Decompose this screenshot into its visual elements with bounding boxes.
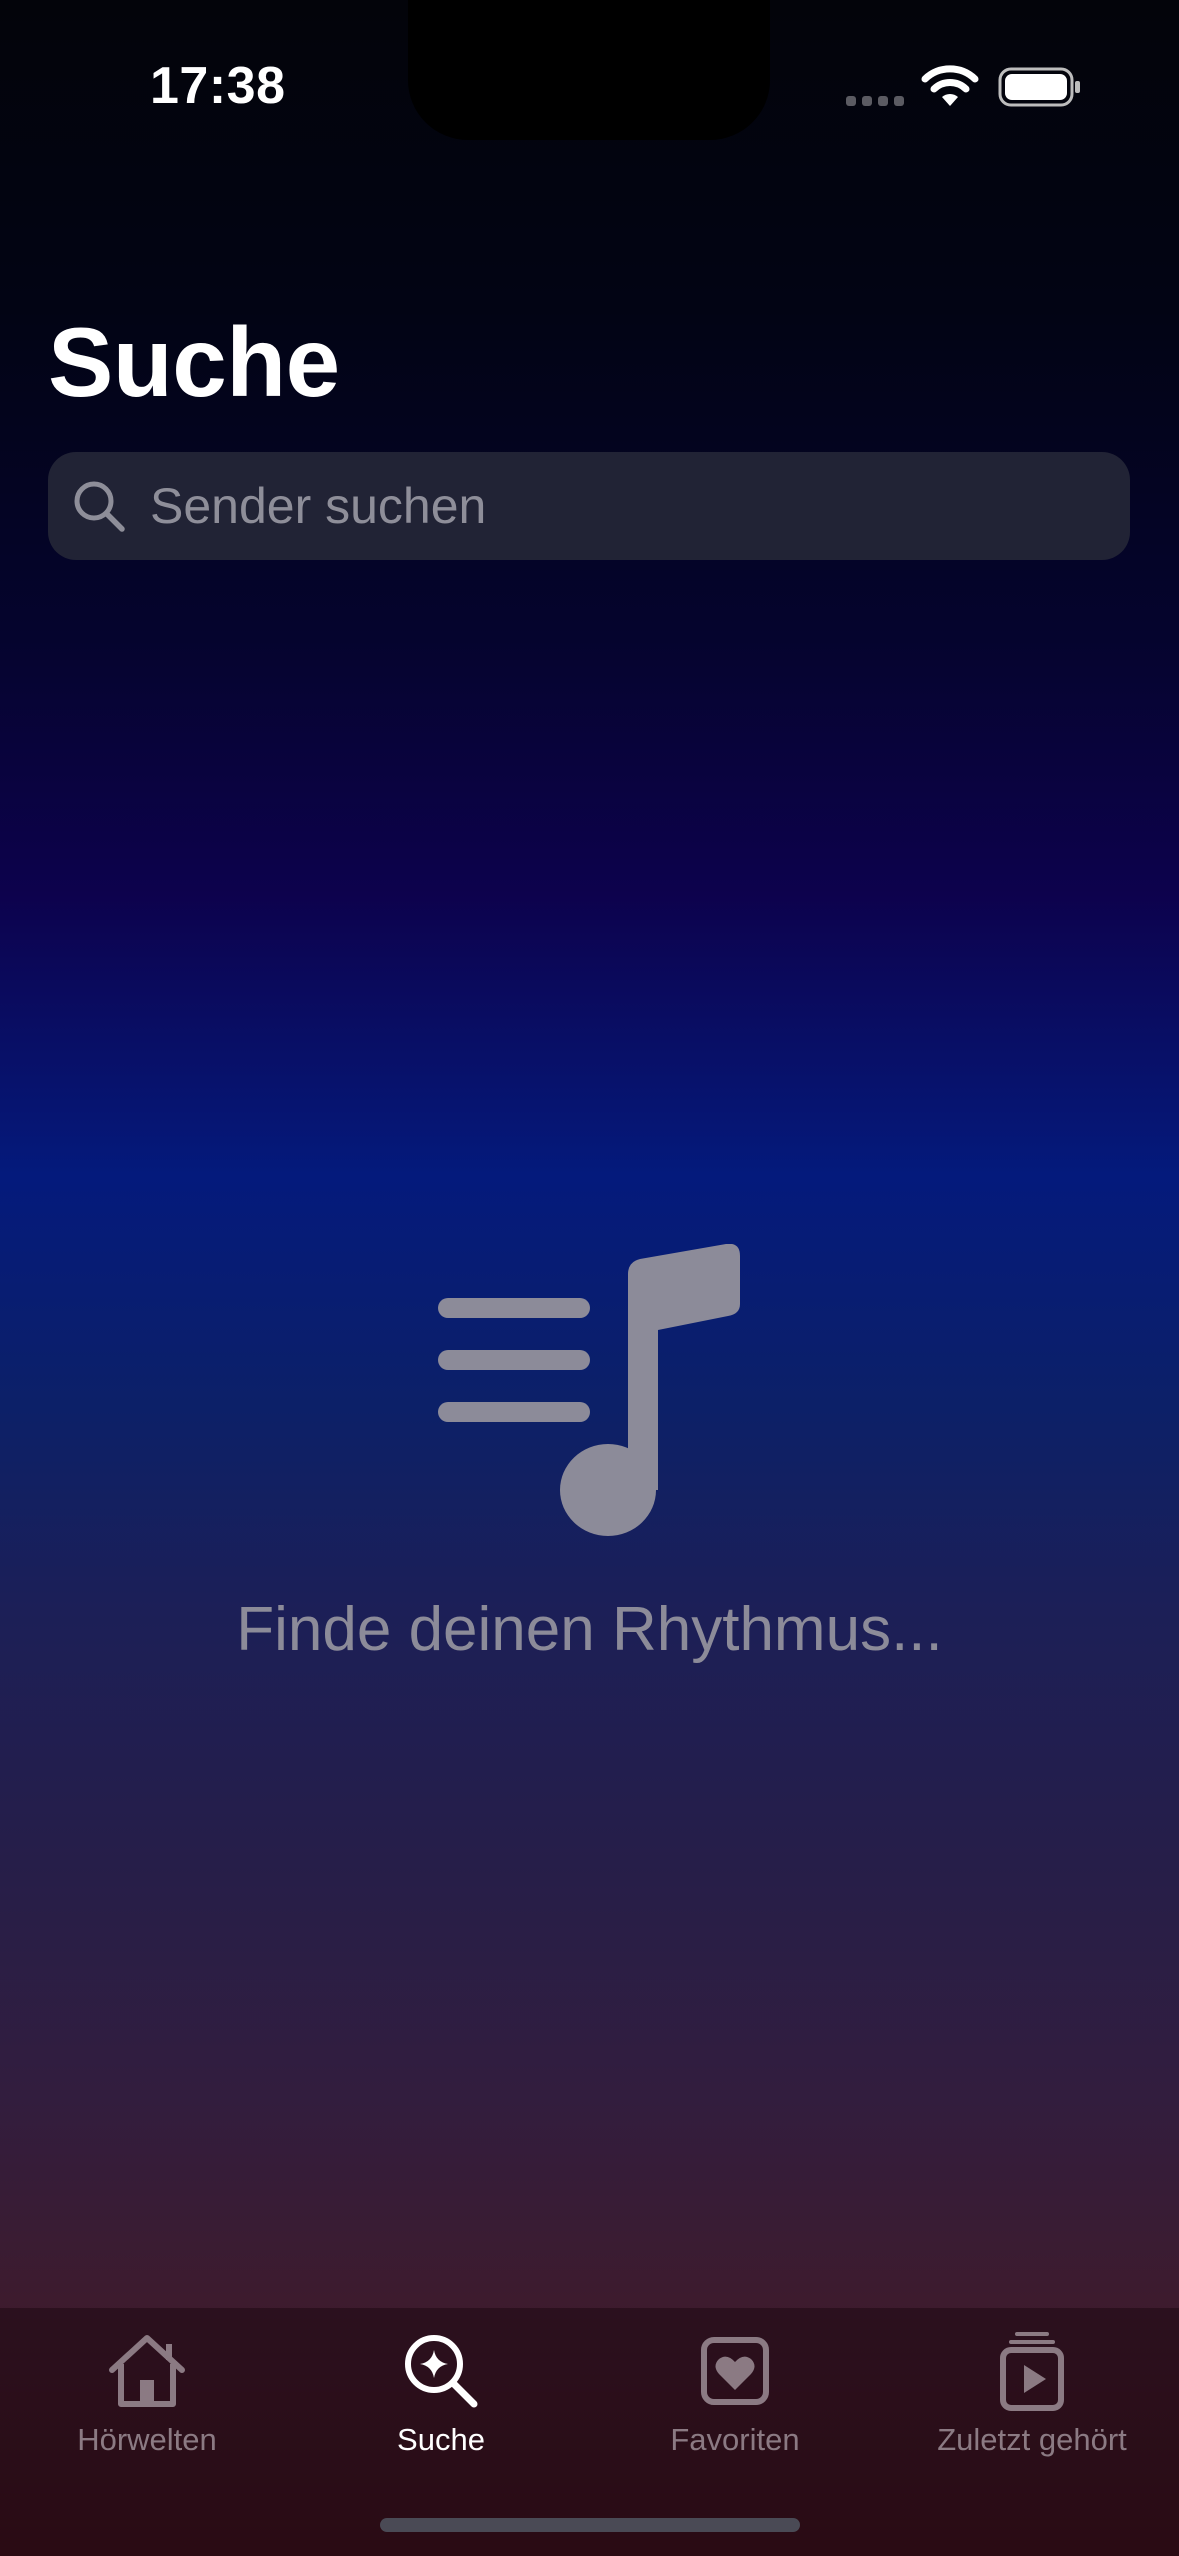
play-stack-icon xyxy=(1000,2332,1064,2411)
tab-favoriten[interactable]: Favoriten xyxy=(588,2308,882,2478)
battery-icon xyxy=(998,67,1080,107)
tab-label: Zuletzt gehört xyxy=(937,2422,1127,2457)
home-indicator xyxy=(380,2518,800,2532)
music-note-list-icon xyxy=(438,1244,740,1536)
page-title: Suche xyxy=(48,307,340,417)
tab-zuletzt-gehoert[interactable]: Zuletzt gehört xyxy=(885,2308,1179,2478)
wifi-icon xyxy=(921,65,979,106)
search-field[interactable] xyxy=(48,452,1130,560)
search-input[interactable] xyxy=(148,476,1092,536)
tab-label: Hörwelten xyxy=(77,2422,217,2457)
tab-label: Favoriten xyxy=(670,2422,800,2457)
magnifier-sparkle-icon xyxy=(405,2335,478,2408)
heart-square-icon xyxy=(701,2337,769,2405)
tab-suche[interactable]: Suche xyxy=(294,2308,588,2478)
camera-notch xyxy=(408,0,770,140)
tab-label: Suche xyxy=(397,2422,485,2457)
status-time: 17:38 xyxy=(150,57,286,115)
empty-state-message: Finde deinen Rhythmus... xyxy=(236,1595,943,1664)
house-icon xyxy=(109,2335,185,2407)
search-icon xyxy=(74,481,125,532)
cellular-signal-icon xyxy=(846,96,906,108)
status-bar: 17:38 xyxy=(0,0,1179,150)
tab-hoerwelten[interactable]: Hörwelten xyxy=(0,2308,294,2478)
